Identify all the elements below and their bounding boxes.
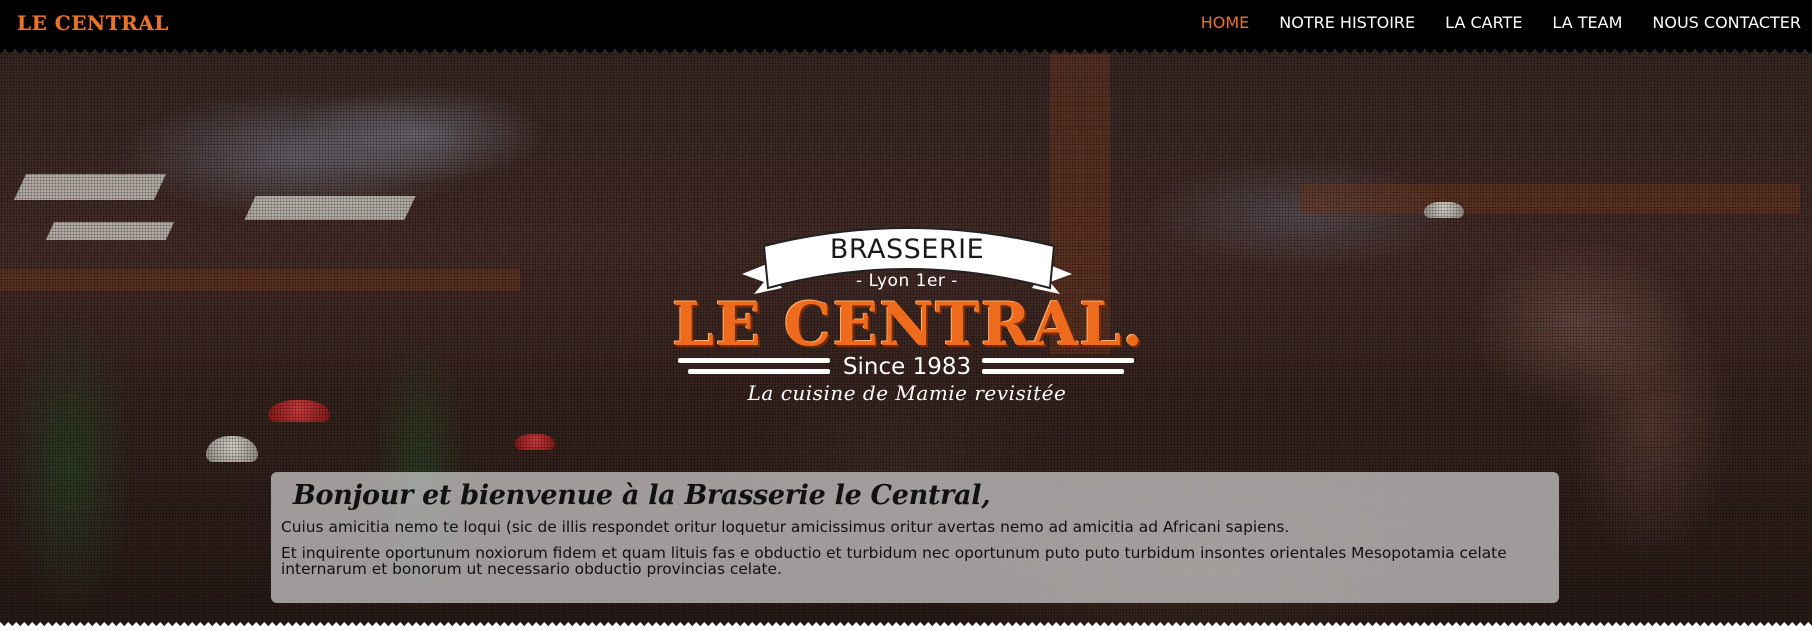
top-navbar: LE CENTRAL HOME NOTRE HISTOIRE LA CARTE … xyxy=(0,0,1812,54)
nav-item-la-carte[interactable]: LA CARTE xyxy=(1445,13,1522,32)
logo-city-text: - Lyon 1er - xyxy=(856,271,958,291)
welcome-box: Bonjour et bienvenue à la Brasserie le C… xyxy=(271,472,1559,603)
brasserie-logo: BRASSERIE - Lyon 1er - LE CENTRAL. Since… xyxy=(672,222,1145,412)
logo-name-text: LE CENTRAL. xyxy=(672,290,1145,360)
main-nav: HOME NOTRE HISTOIRE LA CARTE LA TEAM NOU… xyxy=(1171,0,1812,44)
welcome-paragraph: Et inquirente oportunum noxiorum fidem e… xyxy=(281,544,1507,578)
welcome-paragraph: Cuius amicitia nemo te loqui (sic de ill… xyxy=(281,518,1290,536)
nav-item-nous-contacter[interactable]: NOUS CONTACTER xyxy=(1652,13,1801,32)
nav-item-home[interactable]: HOME xyxy=(1201,13,1250,32)
logo-brasserie-text: BRASSERIE xyxy=(829,234,985,265)
logo-tagline-text: La cuisine de Mamie revisitée xyxy=(747,381,1067,405)
nav-item-notre-histoire[interactable]: NOTRE HISTOIRE xyxy=(1279,13,1415,32)
brand-logo[interactable]: LE CENTRAL xyxy=(17,11,169,35)
logo-since-text: Since 1983 xyxy=(842,354,972,380)
nav-item-la-team[interactable]: LA TEAM xyxy=(1552,13,1622,32)
welcome-title: Bonjour et bienvenue à la Brasserie le C… xyxy=(293,480,991,511)
